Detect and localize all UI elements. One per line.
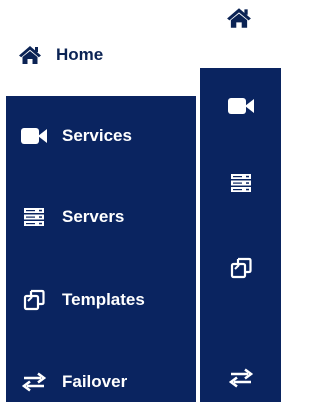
exchange-arrows-icon [20, 370, 48, 394]
sidebar-item-failover[interactable]: Failover [6, 362, 196, 402]
sidebar-item-templates[interactable]: Templates [6, 280, 196, 320]
sidebar-item-templates-collapsed[interactable] [200, 248, 281, 288]
sidebar-item-label: Servers [62, 207, 125, 226]
sidebar-item-failover-collapsed[interactable] [200, 358, 281, 398]
home-icon [16, 43, 44, 67]
sidebar-item-home[interactable]: Home [16, 40, 103, 70]
sidebar-item-label: Templates [62, 290, 145, 309]
exchange-arrows-icon [227, 366, 255, 390]
sidebar-expanded: Home Services Servers Templates Failover [0, 0, 196, 402]
sidebar-item-servers[interactable]: Servers [6, 197, 196, 237]
sidebar-item-services[interactable]: Services [6, 116, 196, 156]
sidebar-panel-collapsed [200, 68, 281, 402]
sidebar-item-label: Failover [62, 372, 128, 391]
sidebar-item-label: Services [62, 126, 132, 145]
sidebar-item-services-collapsed[interactable] [200, 86, 281, 126]
sidebar-panel: Services Servers Templates Failover [6, 96, 196, 402]
copy-icon [20, 288, 48, 312]
server-icon [20, 205, 48, 229]
video-camera-icon [227, 94, 255, 118]
sidebar-item-servers-collapsed[interactable] [200, 163, 281, 203]
server-icon [227, 171, 255, 195]
sidebar-item-home-label: Home [56, 45, 104, 64]
sidebar-collapsed [200, 0, 281, 402]
video-camera-icon [20, 124, 48, 148]
home-icon[interactable] [224, 4, 254, 32]
copy-icon [227, 256, 255, 280]
